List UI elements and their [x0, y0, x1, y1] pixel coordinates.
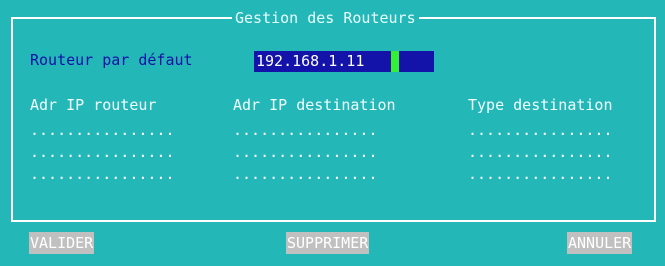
destination-type-row-3[interactable]: ................ — [468, 165, 613, 183]
frame-right-border — [654, 17, 656, 222]
destination-type-row-2[interactable]: ................ — [468, 143, 613, 161]
column-header-destination-type: Type destination — [468, 96, 613, 114]
router-management-screen: Gestion des Routeurs Routeur par défaut … — [0, 0, 665, 266]
router-ip-row-3[interactable]: ................ — [30, 165, 175, 183]
column-header-destination-ip: Adr IP destination — [233, 96, 396, 114]
column-header-router-ip: Adr IP routeur — [30, 96, 157, 114]
default-router-ip-field[interactable]: 192.168.1.11 — [254, 51, 434, 72]
window-title: Gestion des Routeurs — [232, 9, 419, 27]
router-ip-row-1[interactable]: ................ — [30, 121, 175, 139]
frame-bottom-border — [11, 220, 656, 222]
destination-type-row-1[interactable]: ................ — [468, 121, 613, 139]
destination-ip-row-3[interactable]: ................ — [233, 165, 378, 183]
router-ip-row-2[interactable]: ................ — [30, 143, 175, 161]
destination-ip-row-2[interactable]: ................ — [233, 143, 378, 161]
validate-button[interactable]: VALIDER — [29, 232, 95, 254]
destination-ip-row-1[interactable]: ................ — [233, 121, 378, 139]
delete-button[interactable]: SUPPRIMER — [286, 232, 370, 254]
frame-left-border — [11, 17, 13, 222]
default-router-label: Routeur par défaut — [30, 51, 193, 69]
cancel-button[interactable]: ANNULER — [567, 232, 633, 254]
text-cursor — [391, 51, 399, 72]
